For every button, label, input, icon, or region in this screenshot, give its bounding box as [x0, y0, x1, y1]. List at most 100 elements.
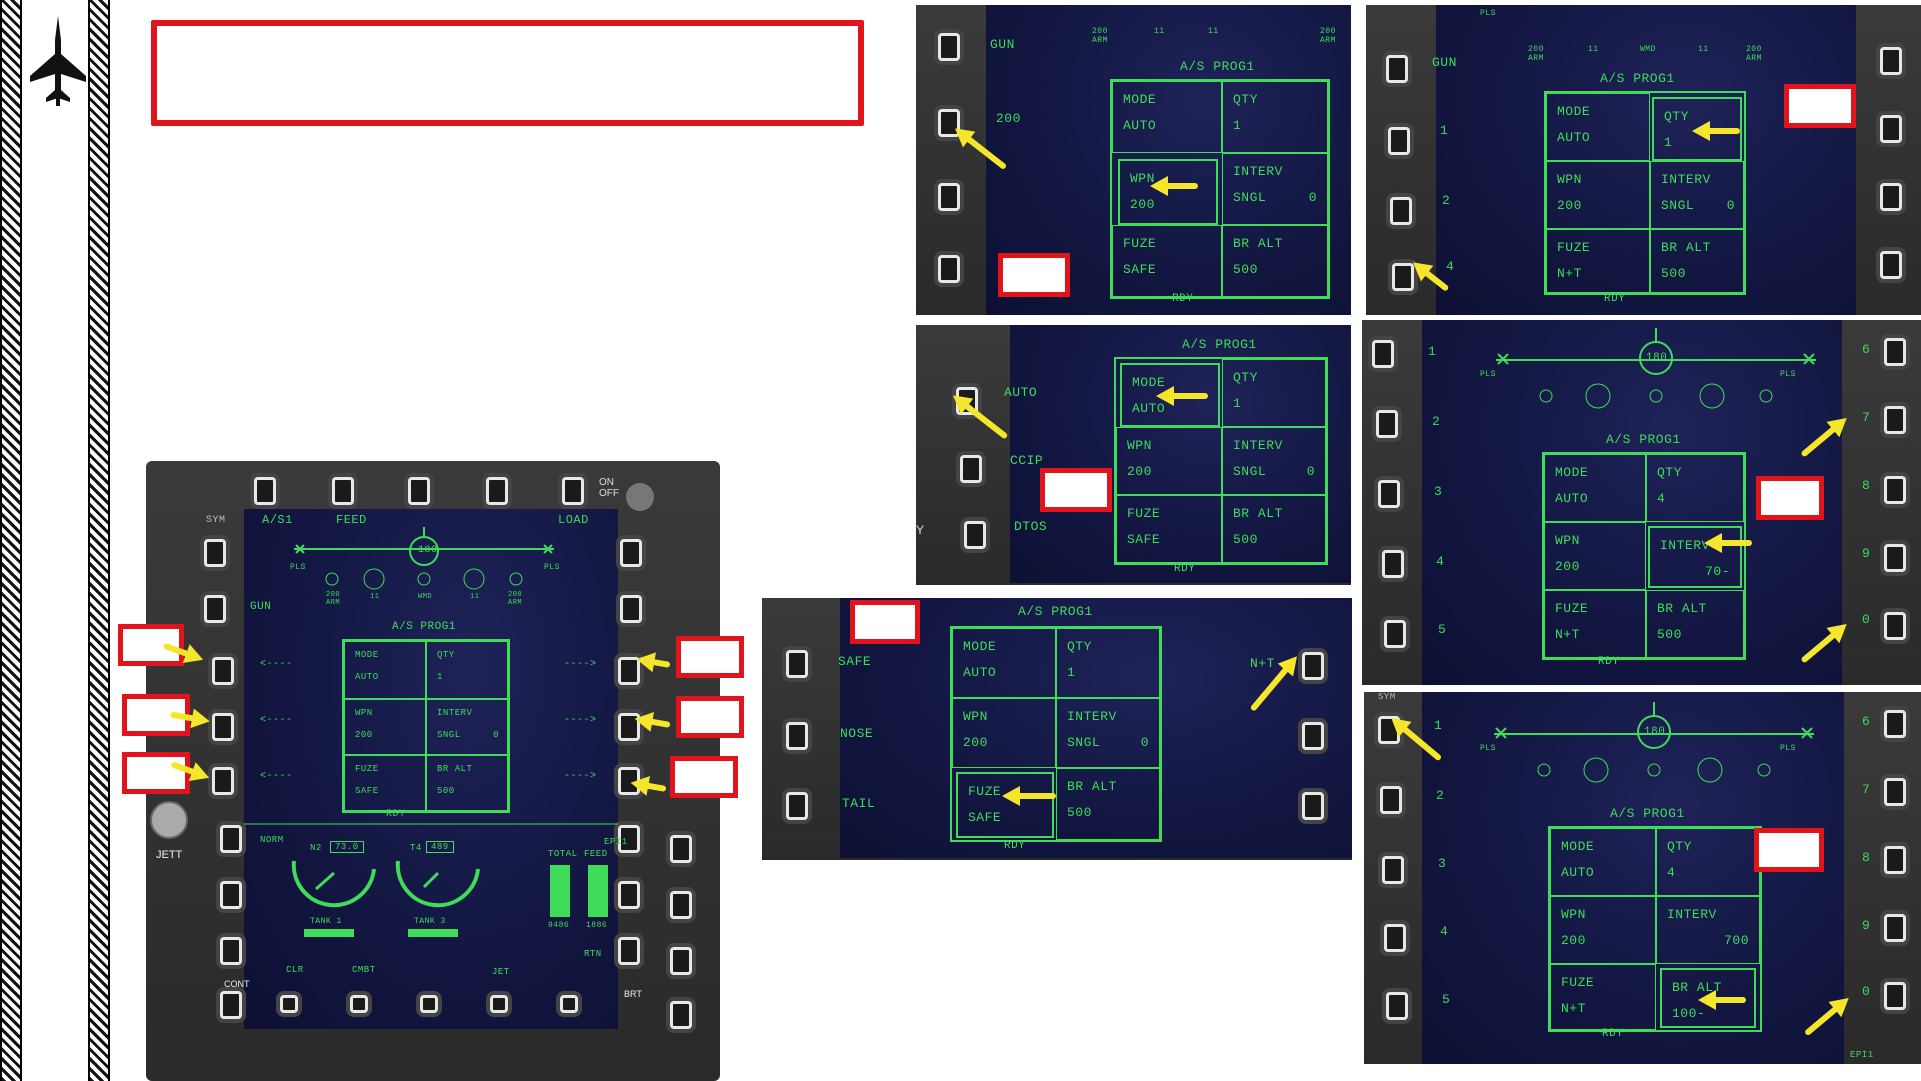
panel-interv-osb-r0[interactable] — [1884, 612, 1906, 640]
panel-bralt-osb-l5[interactable] — [1386, 992, 1408, 1020]
osb-right-outer-1[interactable] — [670, 835, 692, 863]
panel-fuze-interv-cell[interactable]: INTERV SNGL 0 — [1056, 698, 1160, 768]
wpn-cell[interactable]: WPN 200 — [344, 699, 426, 755]
osb-bottom-3[interactable] — [420, 995, 438, 1013]
panel-qty-osb-r2[interactable] — [1880, 115, 1902, 143]
panel-wpn-qty-cell[interactable]: QTY 1 — [1222, 81, 1328, 153]
panel-interv-osb-r7[interactable] — [1884, 406, 1906, 434]
osb-left-2[interactable] — [204, 595, 226, 623]
panel-wpn-interv-cell[interactable]: INTERV SNGL 0 — [1222, 153, 1328, 225]
panel-qty-wpn-cell[interactable]: WPN 200 — [1546, 161, 1650, 229]
panel-mode-fuze-cell[interactable]: FUZE SAFE — [1116, 495, 1222, 563]
osb-top-4[interactable] — [486, 477, 508, 505]
panel-interv-osb-l1[interactable] — [1372, 340, 1394, 368]
panel-interv-fuze-cell[interactable]: FUZE N+T — [1544, 590, 1646, 658]
osb-left-5[interactable] — [212, 767, 234, 795]
panel-wpn-fuze-cell[interactable]: FUZE SAFE — [1112, 225, 1222, 297]
osb-top-1[interactable] — [254, 477, 276, 505]
fuze-cell[interactable]: FUZE SAFE — [344, 755, 426, 811]
panel-mode-bralt-cell[interactable]: BR ALT 500 — [1222, 495, 1326, 563]
panel-mode-interv-cell[interactable]: INTERV SNGL 0 — [1222, 427, 1326, 495]
panel-fuze-osb-r1[interactable] — [1302, 652, 1324, 680]
panel-fuze-osb-r2[interactable] — [1302, 722, 1324, 750]
panel-mode-qty-cell[interactable]: QTY 1 — [1222, 359, 1326, 427]
panel-bralt-wpn-cell[interactable]: WPN 200 — [1550, 896, 1656, 964]
panel-interv-mode-cell[interactable]: MODE AUTO — [1544, 454, 1646, 522]
panel-bralt-osb-l3[interactable] — [1382, 856, 1404, 884]
panel-qty-bralt-cell[interactable]: BR ALT 500 — [1650, 229, 1744, 293]
panel-mode-wpn-cell[interactable]: WPN 200 — [1116, 427, 1222, 495]
panel-interv-interv-cell[interactable]: INTERV 70- — [1648, 526, 1742, 588]
panel-qty-osb-2[interactable] — [1388, 127, 1410, 155]
panel-qty-osb-r1[interactable] — [1880, 47, 1902, 75]
panel-bralt-osb-r7[interactable] — [1884, 778, 1906, 806]
panel-interv-osb-l4[interactable] — [1382, 550, 1404, 578]
panel-wpn-osb-1[interactable] — [938, 33, 960, 61]
panel-bralt-osb-r8[interactable] — [1884, 846, 1906, 874]
panel-mode-osb-2[interactable] — [960, 455, 982, 483]
osb-left-3[interactable] — [212, 657, 234, 685]
panel-interv-osb-r9[interactable] — [1884, 544, 1906, 572]
panel-wpn-bralt-cell[interactable]: BR ALT 500 — [1222, 225, 1328, 297]
osb-left-6[interactable] — [220, 825, 242, 853]
panel-interv-qty-cell[interactable]: QTY 4 — [1646, 454, 1744, 522]
panel-bralt-osb-r0[interactable] — [1884, 982, 1906, 1010]
panel-fuze-osb-l1[interactable] — [786, 650, 808, 678]
panel-qty-fuze-cell[interactable]: FUZE N+T — [1546, 229, 1650, 293]
osb-bottom-1[interactable] — [280, 995, 298, 1013]
osb-right-8[interactable] — [618, 937, 640, 965]
osb-left-1[interactable] — [204, 539, 226, 567]
panel-qty-interv-cell[interactable]: INTERV SNGL 0 — [1650, 161, 1744, 229]
panel-interv-osb-l5[interactable] — [1384, 620, 1406, 648]
osb-right-1[interactable] — [620, 539, 642, 567]
panel-fuze-osb-l2[interactable] — [786, 722, 808, 750]
panel-fuze-osb-l3[interactable] — [786, 792, 808, 820]
panel-fuze-mode-cell[interactable]: MODE AUTO — [952, 628, 1056, 698]
panel-fuze-qty-cell[interactable]: QTY 1 — [1056, 628, 1160, 698]
osb-left-7[interactable] — [220, 881, 242, 909]
brightness-knob[interactable] — [626, 483, 654, 511]
osb-right-outer-3[interactable] — [670, 947, 692, 975]
panel-qty-mode-cell[interactable]: MODE AUTO — [1546, 93, 1650, 161]
panel-bralt-osb-r9[interactable] — [1884, 914, 1906, 942]
panel-wpn-mode-cell[interactable]: MODE AUTO — [1112, 81, 1222, 153]
bralt-cell[interactable]: BR ALT 500 — [426, 755, 508, 811]
panel-qty-osb-1[interactable] — [1386, 55, 1408, 83]
osb-right-2[interactable] — [620, 595, 642, 623]
osb-top-2[interactable] — [332, 477, 354, 505]
osb-right-7[interactable] — [618, 881, 640, 909]
osb-right-outer-2[interactable] — [670, 891, 692, 919]
mode-cell[interactable]: MODE AUTO — [344, 641, 426, 699]
panel-wpn-wpn-cell[interactable]: WPN 200 — [1118, 159, 1218, 225]
osb-bottom-4[interactable] — [490, 995, 508, 1013]
panel-interv-osb-r6[interactable] — [1884, 338, 1906, 366]
panel-bralt-osb-r6[interactable] — [1884, 710, 1906, 738]
osb-right-outer-4[interactable] — [670, 1001, 692, 1029]
interv-cell[interactable]: INTERV SNGL 0 — [426, 699, 508, 755]
panel-bralt-mode-cell[interactable]: MODE AUTO — [1550, 828, 1656, 896]
panel-fuze-osb-r3[interactable] — [1302, 792, 1324, 820]
panel-bralt-osb-l2[interactable] — [1380, 786, 1402, 814]
panel-mode-osb-3[interactable] — [964, 521, 986, 549]
panel-interv-osb-l2[interactable] — [1376, 410, 1398, 438]
qty-cell[interactable]: QTY 1 — [426, 641, 508, 699]
osb-left-4[interactable] — [212, 713, 234, 741]
osb-top-3[interactable] — [408, 477, 430, 505]
panel-fuze-wpn-cell[interactable]: WPN 200 — [952, 698, 1056, 768]
panel-qty-osb-r3[interactable] — [1880, 183, 1902, 211]
osb-top-5[interactable] — [562, 477, 584, 505]
panel-fuze-bralt-cell[interactable]: BR ALT 500 — [1056, 768, 1160, 840]
panel-interv-wpn-cell[interactable]: WPN 200 — [1544, 522, 1646, 590]
osb-left-9[interactable] — [220, 991, 242, 1019]
panel-wpn-osb-4[interactable] — [938, 255, 960, 283]
jett-button[interactable] — [150, 801, 188, 839]
panel-bralt-osb-l4[interactable] — [1384, 924, 1406, 952]
panel-bralt-interv-cell[interactable]: INTERV 700 — [1656, 896, 1760, 964]
panel-interv-bralt-cell[interactable]: BR ALT 500 — [1646, 590, 1744, 658]
osb-left-8[interactable] — [220, 937, 242, 965]
panel-interv-osb-r8[interactable] — [1884, 476, 1906, 504]
panel-qty-osb-r4[interactable] — [1880, 251, 1902, 279]
panel-wpn-osb-3[interactable] — [938, 183, 960, 211]
panel-qty-osb-3[interactable] — [1390, 197, 1412, 225]
panel-bralt-fuze-cell[interactable]: FUZE N+T — [1550, 964, 1656, 1030]
